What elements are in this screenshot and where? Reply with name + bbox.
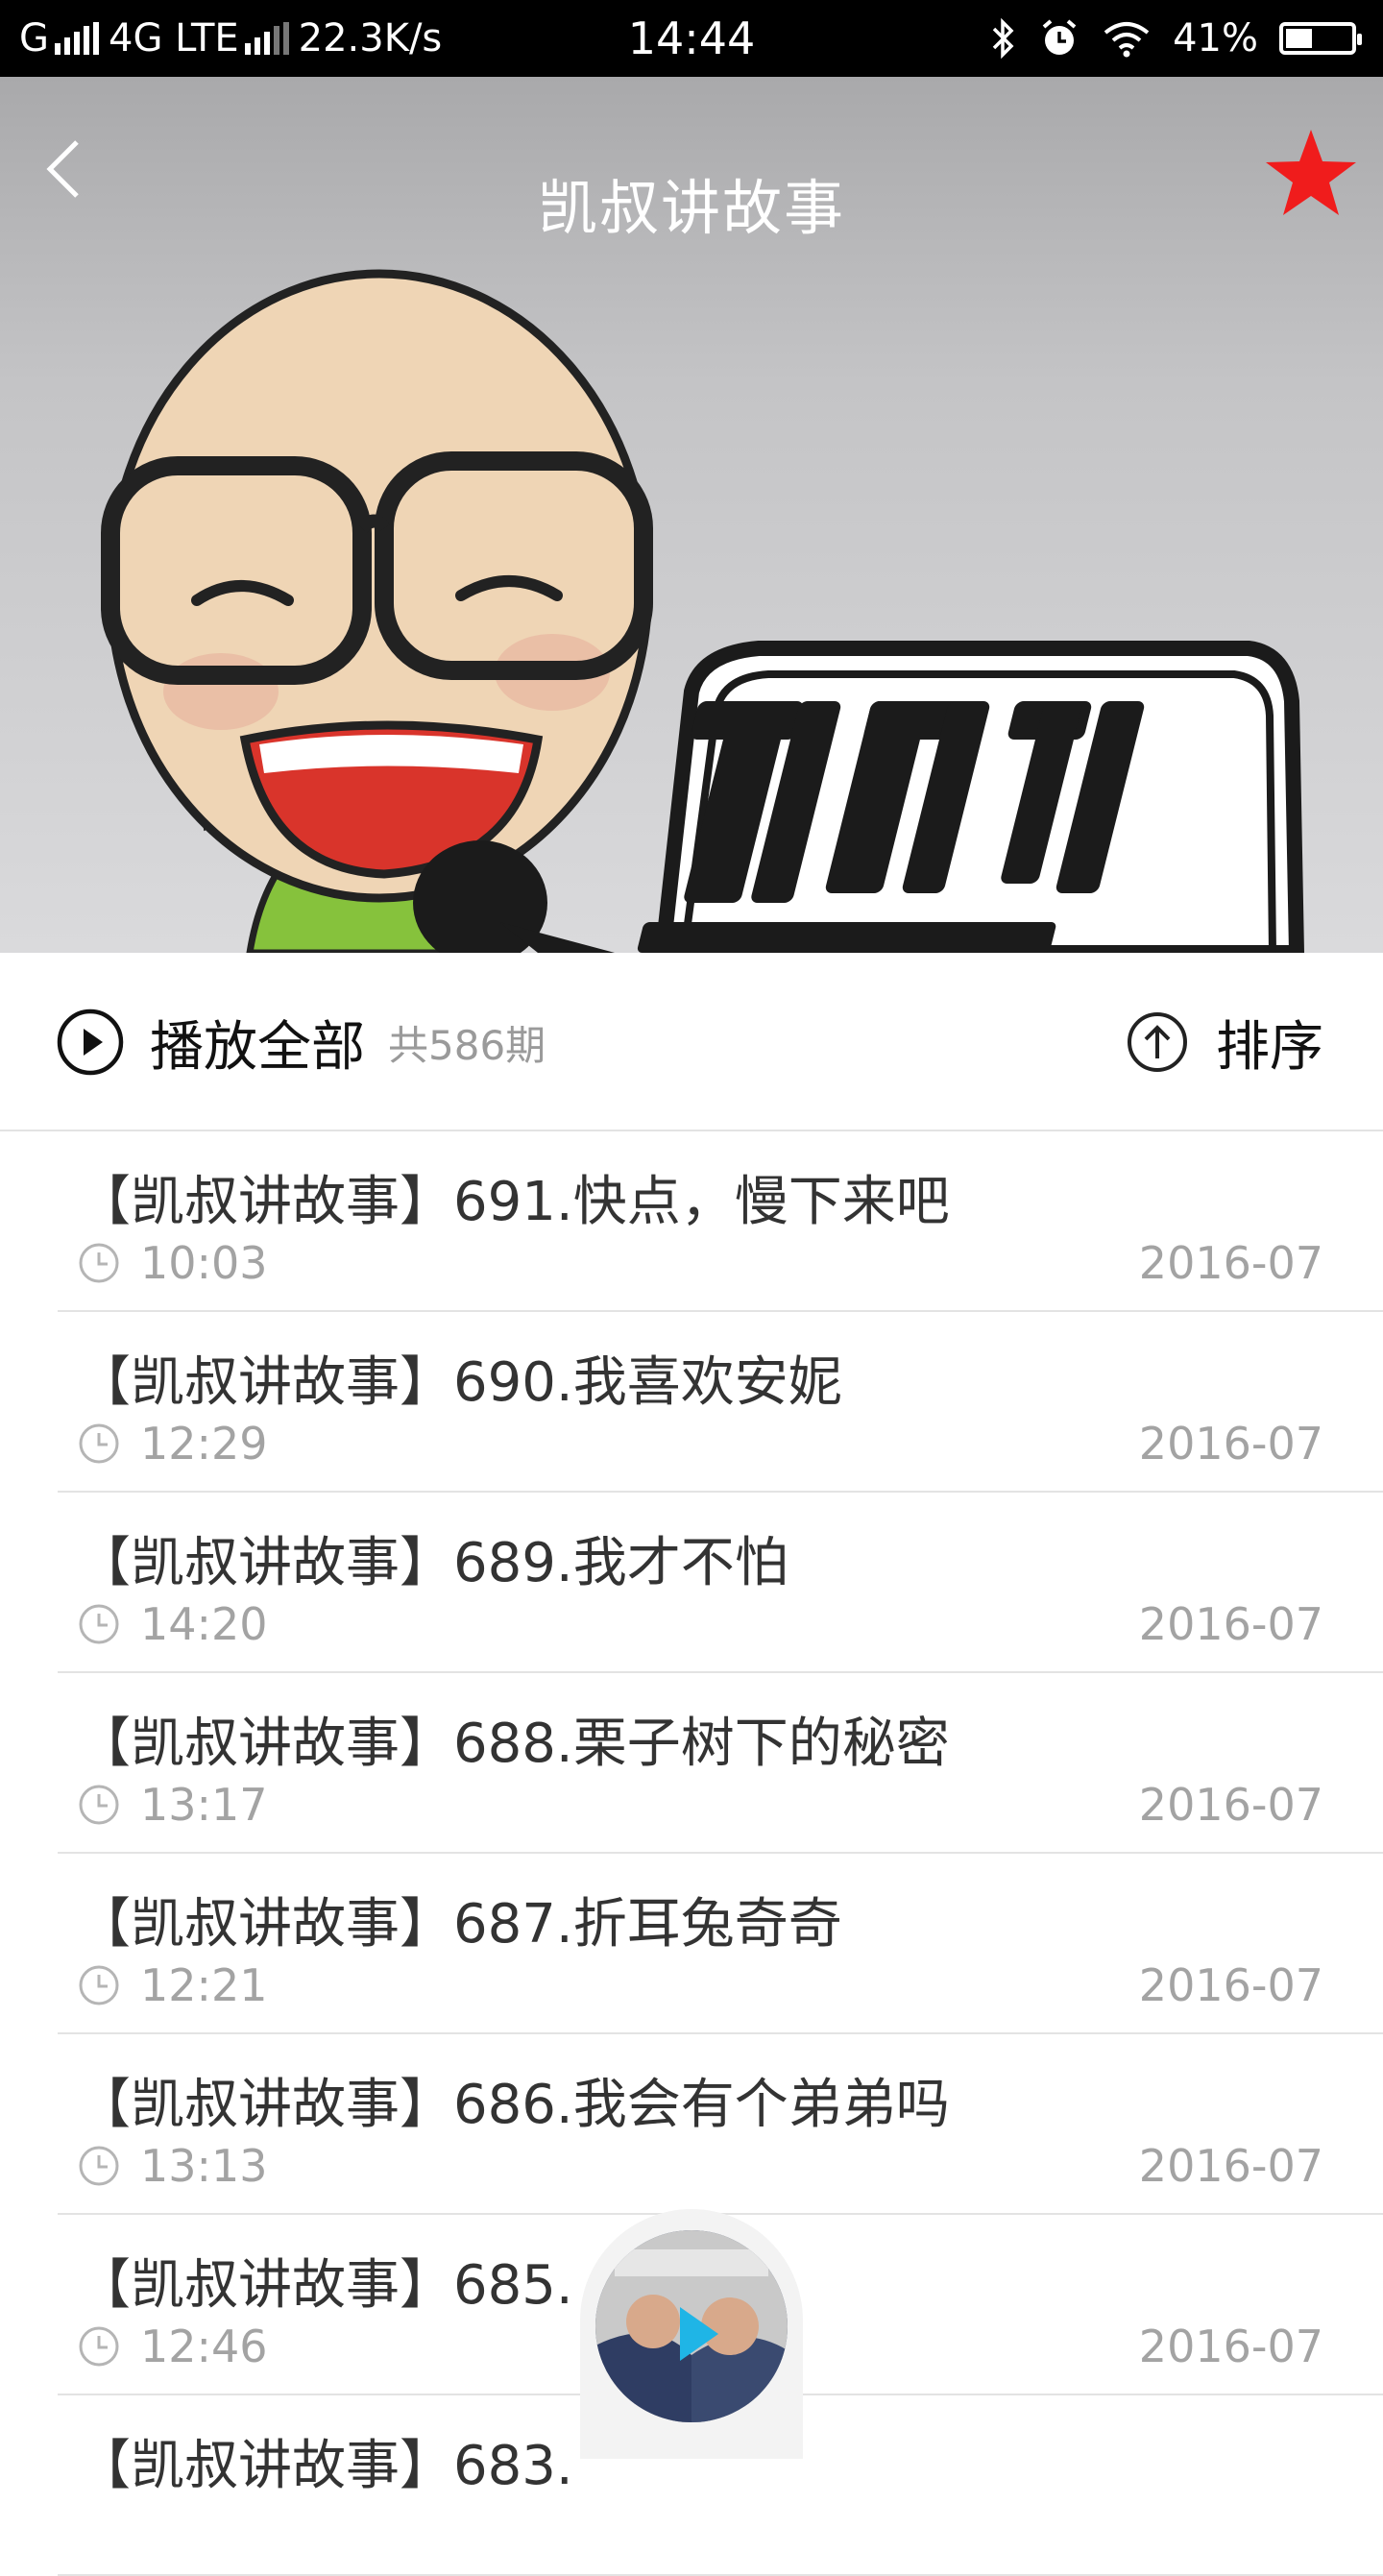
signal-icon (55, 22, 99, 55)
clock-icon (79, 1604, 119, 1644)
episode-row[interactable]: 【凯叔讲故事】687.折耳兔奇奇 12:21 2016-07 (58, 1854, 1383, 2034)
network-label: 4G LTE (109, 16, 239, 61)
top-nav: 凯叔讲故事 (0, 77, 1383, 259)
episode-title: 【凯叔讲故事】689.我才不怕 (77, 1532, 789, 1594)
episode-title: 【凯叔讲故事】691.快点，慢下来吧 (77, 1171, 950, 1233)
episode-meta: 12:46 (77, 2321, 268, 2372)
play-all-button[interactable]: 播放全部 共586期 (56, 1001, 546, 1083)
status-right: 41% (990, 0, 1362, 77)
episode-duration: 13:17 (140, 1779, 268, 1831)
episode-date: 2016-07 (1138, 1598, 1323, 1650)
status-bar: G 4G LTE 22.3K/s 14:44 41% (0, 0, 1383, 77)
episode-meta: 12:29 (77, 1418, 268, 1470)
signal-icon-2 (244, 22, 289, 55)
episode-title: 【凯叔讲故事】690.我喜欢安妮 (77, 1351, 842, 1414)
episode-row[interactable]: 【凯叔讲故事】689.我才不怕 14:20 2016-07 (58, 1493, 1383, 1673)
battery-fill (1286, 29, 1312, 48)
clock-icon (79, 1965, 119, 2005)
episode-title: 【凯叔讲故事】687.折耳兔奇奇 (77, 1893, 842, 1956)
carrier-label: G (19, 16, 49, 61)
episode-meta: 13:13 (77, 2140, 268, 2192)
episode-row[interactable]: 【凯叔讲故事】688.栗子树下的秘密 13:17 2016-07 (58, 1673, 1383, 1854)
speed-label: 22.3K/s (298, 16, 443, 61)
episode-duration: 12:21 (140, 1959, 268, 2011)
episode-meta: 13:17 (77, 1779, 268, 1831)
episode-title: 【凯叔讲故事】683. (77, 2435, 573, 2497)
clock-icon (79, 1785, 119, 1825)
episode-meta: 10:03 (77, 1237, 268, 1289)
clock-icon (79, 1423, 119, 1464)
episode-duration: 10:03 (140, 1237, 268, 1289)
sort-button[interactable]: 排序 (1126, 1001, 1323, 1083)
episode-date: 2016-07 (1138, 1237, 1323, 1289)
battery-icon (1279, 22, 1362, 55)
sort-arrow-icon (1128, 1012, 1187, 1072)
page-title: 凯叔讲故事 (537, 173, 845, 243)
episode-row[interactable]: 【凯叔讲故事】686.我会有个弟弟吗 13:13 2016-07 (58, 2034, 1383, 2215)
play-circle-icon (57, 1009, 124, 1076)
episode-row[interactable]: 【凯叔讲故事】691.快点，慢下来吧 10:03 2016-07 (58, 1131, 1383, 1312)
episode-duration: 13:13 (140, 2140, 268, 2192)
clock-icon (79, 2146, 119, 2186)
now-playing-artwork (595, 2230, 788, 2422)
episode-row[interactable]: 【凯叔讲故事】690.我喜欢安妮 12:29 2016-07 (58, 1312, 1383, 1493)
episode-duration: 12:29 (140, 1418, 268, 1470)
episode-meta: 14:20 (77, 1598, 268, 1650)
wifi-icon (1104, 22, 1150, 58)
clock-icon (79, 2326, 119, 2367)
episode-date: 2016-07 (1138, 2140, 1323, 2192)
status-left: G 4G LTE 22.3K/s (19, 0, 442, 77)
episode-title: 【凯叔讲故事】685. (77, 2254, 573, 2317)
now-playing-cover (595, 2230, 788, 2422)
play-all-label: 播放全部 (150, 1015, 365, 1079)
episode-meta: 12:21 (77, 1959, 268, 2011)
episode-date: 2016-07 (1138, 1779, 1323, 1831)
episode-date: 2016-07 (1138, 1418, 1323, 1470)
episode-title: 【凯叔讲故事】688.栗子树下的秘密 (77, 1713, 950, 1775)
star-icon (1266, 130, 1356, 215)
sort-label: 排序 (1216, 1015, 1323, 1079)
album-header: 凯叔讲故事 (0, 77, 1383, 953)
battery-percent: 41% (1173, 16, 1258, 61)
favorite-button[interactable] (1258, 120, 1364, 226)
episode-title: 【凯叔讲故事】686.我会有个弟弟吗 (77, 2074, 950, 2136)
episode-duration: 14:20 (140, 1598, 268, 1650)
episode-date: 2016-07 (1138, 2321, 1323, 2372)
bluetooth-icon (992, 17, 1014, 60)
mini-player-button[interactable] (580, 2209, 803, 2459)
episode-duration: 12:46 (140, 2321, 268, 2372)
episode-date: 2016-07 (1138, 1959, 1323, 2011)
alarm-icon (1042, 19, 1077, 55)
episode-count: 共586期 (388, 1021, 546, 1069)
playlist-controls: 播放全部 共586期 排序 (0, 953, 1383, 1131)
clock-icon (79, 1243, 119, 1283)
